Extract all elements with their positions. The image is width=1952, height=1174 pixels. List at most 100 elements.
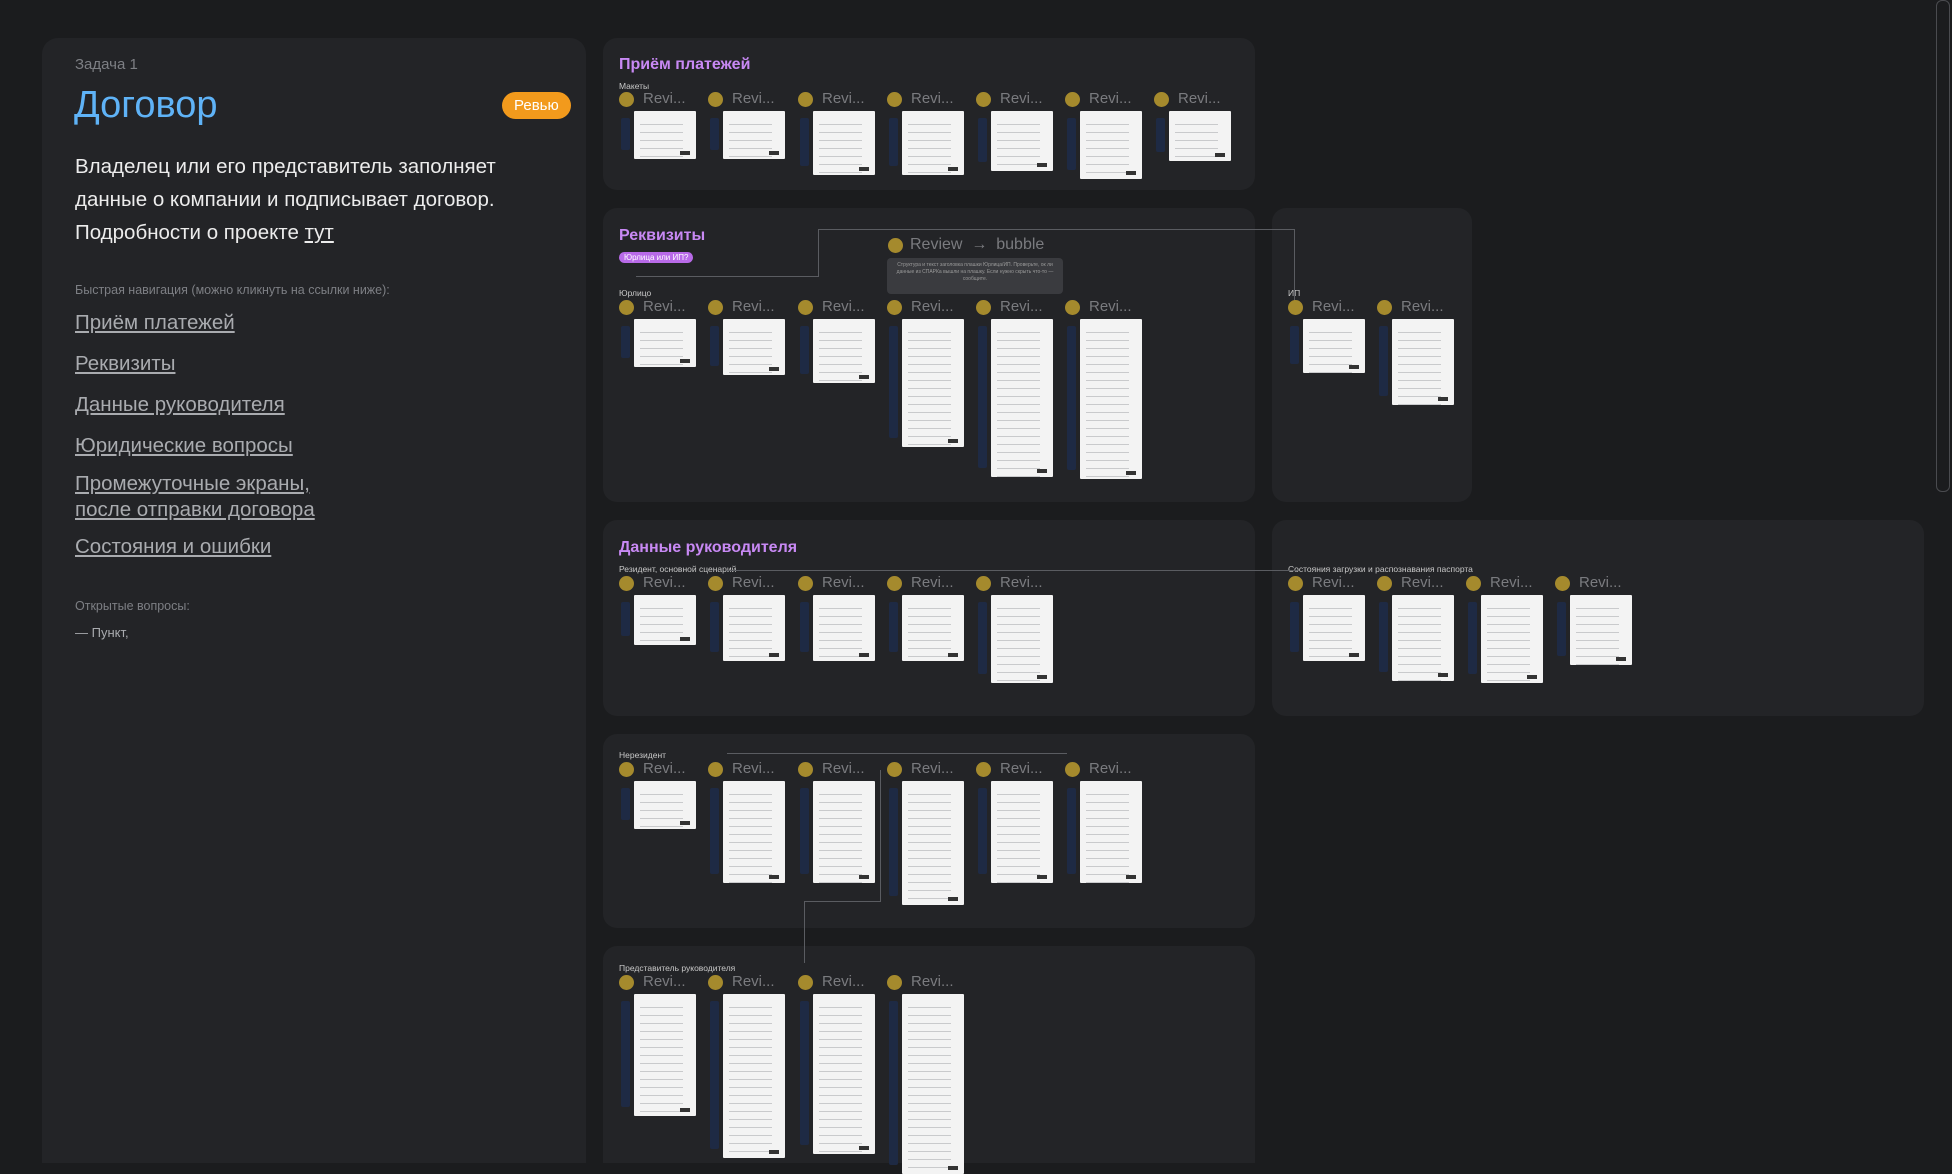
open-questions-label: Открытые вопросы: bbox=[75, 599, 190, 613]
nav-link-after-submit[interactable]: после отправки договора bbox=[75, 497, 315, 523]
review-label: Revi... bbox=[911, 574, 954, 591]
mockup-button bbox=[859, 167, 869, 171]
review-label: Revi... bbox=[1401, 574, 1444, 591]
review-dot-icon bbox=[1065, 92, 1080, 107]
connector-line bbox=[804, 901, 881, 902]
review-dot-icon bbox=[798, 975, 813, 990]
mockup-sidebar bbox=[1468, 602, 1477, 674]
mockup-button bbox=[769, 653, 779, 657]
review-dot-icon bbox=[708, 92, 723, 107]
mockup-sidebar bbox=[800, 788, 809, 874]
connector-line bbox=[818, 229, 1294, 230]
mockup-screen-thumbnail bbox=[723, 994, 785, 1158]
nav-link-director[interactable]: Данные руководителя bbox=[75, 392, 285, 418]
task-brief-panel: Задача 1 Договор Ревью Владелец или его … bbox=[42, 38, 586, 1163]
scrollbar[interactable] bbox=[1936, 0, 1950, 492]
mockup-button bbox=[1616, 657, 1626, 661]
mockup-sidebar bbox=[621, 326, 630, 358]
review-dot-icon bbox=[887, 576, 902, 591]
mockup-button bbox=[769, 1150, 779, 1154]
project-details-link[interactable]: тут bbox=[305, 221, 334, 244]
section-title-payments: Приём платежей bbox=[619, 56, 751, 73]
section-sublabel: Состояния загрузки и распознавания паспо… bbox=[1288, 564, 1473, 574]
mockup-screen-thumbnail bbox=[1080, 111, 1142, 179]
mockup-sidebar bbox=[978, 118, 987, 162]
mockup-sidebar bbox=[621, 118, 630, 150]
mockup-button bbox=[1215, 153, 1225, 157]
mockup-screen-thumbnail bbox=[634, 595, 696, 645]
review-label: Revi... bbox=[643, 298, 686, 315]
mockup-button bbox=[1438, 397, 1448, 401]
review-dot-icon bbox=[1288, 576, 1303, 591]
mockup-screen-thumbnail bbox=[723, 111, 785, 159]
mockup-screen-thumbnail bbox=[991, 595, 1053, 683]
mockup-screen-thumbnail bbox=[902, 994, 964, 1174]
review-dot-icon bbox=[976, 92, 991, 107]
review-comment-tooltip: Структура и текст заголовка плашки Юрлиц… bbox=[887, 258, 1063, 294]
nav-link-requisites[interactable]: Реквизиты bbox=[75, 351, 175, 377]
review-label: Revi... bbox=[1000, 298, 1043, 315]
nav-link-legal[interactable]: Юридические вопросы bbox=[75, 433, 293, 459]
review-dot-icon bbox=[887, 92, 902, 107]
review-label: Revi... bbox=[1089, 90, 1132, 107]
mockup-button bbox=[948, 897, 958, 901]
review-dot-icon bbox=[1466, 576, 1481, 591]
review-dot-icon bbox=[798, 576, 813, 591]
mockup-sidebar bbox=[710, 118, 719, 150]
mockup-screen-thumbnail bbox=[634, 319, 696, 367]
review-dot-icon bbox=[708, 975, 723, 990]
mockup-screen-thumbnail bbox=[634, 994, 696, 1116]
mockup-screen-thumbnail bbox=[991, 111, 1053, 171]
mockup-button bbox=[859, 375, 869, 379]
mockup-button bbox=[859, 653, 869, 657]
review-dot-icon bbox=[887, 762, 902, 777]
section-sublabel: Нерезидент bbox=[619, 750, 667, 760]
mockup-screen-thumbnail bbox=[902, 595, 964, 661]
review-dot-icon bbox=[1154, 92, 1169, 107]
review-dot-icon bbox=[798, 300, 813, 315]
mockup-sidebar bbox=[978, 326, 987, 468]
review-label: Revi... bbox=[1401, 298, 1444, 315]
nav-link-intermediate-screens[interactable]: Промежуточные экраны, bbox=[75, 471, 310, 497]
review-dot-icon bbox=[1555, 576, 1570, 591]
review-label: Revi... bbox=[822, 760, 865, 777]
mockup-screen-thumbnail bbox=[1392, 595, 1454, 681]
connector-line bbox=[636, 276, 819, 277]
mockup-screen-thumbnail bbox=[902, 319, 964, 447]
review-label: Revi... bbox=[643, 973, 686, 990]
nav-link-states-errors[interactable]: Состояния и ошибки bbox=[75, 534, 271, 560]
section-sublabel: Юрлицо bbox=[619, 288, 652, 298]
review-label: Revi... bbox=[911, 298, 954, 315]
connector-line bbox=[804, 901, 805, 963]
review-label: Revi... bbox=[732, 574, 775, 591]
connector-line bbox=[818, 229, 819, 276]
open-questions-item: — Пункт, bbox=[75, 625, 129, 640]
task-label: Задача 1 bbox=[75, 56, 138, 73]
review-dot-icon bbox=[619, 975, 634, 990]
review-dot-icon bbox=[1065, 300, 1080, 315]
mockup-screen-thumbnail bbox=[1080, 781, 1142, 883]
mockup-screen-thumbnail bbox=[723, 595, 785, 661]
mockup-screen-thumbnail bbox=[1080, 319, 1142, 479]
mockup-button bbox=[769, 875, 779, 879]
mockup-screen-thumbnail bbox=[634, 781, 696, 829]
mockup-button bbox=[859, 1146, 869, 1150]
review-label: Revi... bbox=[822, 298, 865, 315]
nav-link-payments[interactable]: Приём платежей bbox=[75, 310, 235, 336]
review-dot-icon bbox=[619, 92, 634, 107]
review-label: Revi... bbox=[732, 973, 775, 990]
mockup-sidebar bbox=[710, 1001, 719, 1149]
mockup-screen-thumbnail bbox=[1303, 319, 1365, 373]
mockup-sidebar bbox=[889, 118, 898, 166]
review-label: Revi... bbox=[1312, 574, 1355, 591]
review-dot-icon bbox=[1288, 300, 1303, 315]
review-dot-icon bbox=[976, 300, 991, 315]
mockup-screen-thumbnail bbox=[813, 595, 875, 661]
review-label: Revi... bbox=[1089, 298, 1132, 315]
review-dot-icon bbox=[887, 975, 902, 990]
mockup-sidebar bbox=[978, 602, 987, 674]
mockup-button bbox=[1527, 675, 1537, 679]
review-dot-icon bbox=[798, 762, 813, 777]
review-label: Revi... bbox=[1000, 90, 1043, 107]
status-badge: Ревью bbox=[502, 92, 571, 119]
